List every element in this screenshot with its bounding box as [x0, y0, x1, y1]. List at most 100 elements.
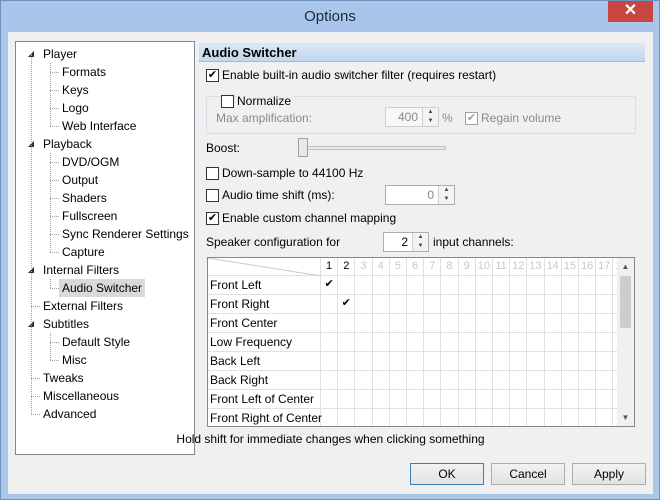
tree-item-audio-switcher[interactable]: Audio Switcher — [59, 279, 146, 297]
grid-column-header: 8 — [441, 258, 459, 276]
grid-cell[interactable] — [338, 409, 356, 426]
grid-cell[interactable] — [338, 390, 356, 409]
grid-row-label: Front Right of Center — [208, 409, 322, 426]
grid-cell — [458, 390, 476, 409]
tree-item-miscellaneous[interactable]: Miscellaneous — [40, 387, 122, 405]
grid-cell — [544, 352, 562, 371]
grid-cell[interactable] — [338, 276, 356, 295]
tree-item-formats[interactable]: Formats — [59, 63, 109, 81]
tree-connector — [50, 90, 59, 91]
grid-cell[interactable]: ✔ — [338, 295, 356, 314]
tree-item-web-interface[interactable]: Web Interface — [59, 117, 139, 135]
grid-cell — [561, 371, 579, 390]
grid-cell — [458, 314, 476, 333]
grid-cell — [527, 276, 545, 295]
grid-cell — [355, 371, 373, 390]
grid-vertical-scrollbar[interactable]: ▲ ▼ — [617, 258, 634, 426]
tree-connector — [50, 252, 59, 253]
grid-cell — [493, 352, 511, 371]
tree-connector — [50, 234, 59, 235]
grid-cell — [441, 352, 459, 371]
grid-cell[interactable] — [338, 371, 356, 390]
tree-item-fullscreen[interactable]: Fullscreen — [59, 207, 120, 225]
downsample-checkbox[interactable] — [206, 167, 219, 180]
tree-item-shaders[interactable]: Shaders — [59, 189, 110, 207]
tree-item-dvd-ogm[interactable]: DVD/OGM — [59, 153, 122, 171]
tree-item-player[interactable]: Player — [40, 45, 80, 63]
grid-cell — [493, 371, 511, 390]
grid-cell[interactable] — [338, 333, 356, 352]
boost-label: Boost: — [206, 141, 241, 155]
grid-cell[interactable] — [321, 390, 339, 409]
options-tree[interactable]: ◢ Player Formats Keys Logo Web Interface ◢ Play… — [15, 41, 195, 455]
tree-item-playback[interactable]: Playback — [40, 135, 95, 153]
grid-cell[interactable] — [338, 314, 356, 333]
close-button[interactable]: ✕ — [608, 1, 653, 22]
grid-cell — [527, 390, 545, 409]
grid-cell[interactable] — [321, 352, 339, 371]
grid-cell[interactable]: ✔ — [321, 276, 339, 295]
apply-button[interactable]: Apply — [572, 463, 646, 485]
grid-cell — [424, 276, 442, 295]
tree-item-default-style[interactable]: Default Style — [59, 333, 133, 351]
grid-cell — [596, 409, 614, 426]
tree-item-sync-renderer-settings[interactable]: Sync Renderer Settings — [59, 225, 192, 243]
time-shift-spinner[interactable]: 0 ▲ ▼ — [385, 185, 455, 205]
tree-item-subtitles[interactable]: Subtitles — [40, 315, 92, 333]
grid-column-header: 16 — [579, 258, 597, 276]
cancel-button[interactable]: Cancel — [491, 463, 565, 485]
grid-cell — [527, 333, 545, 352]
grid-cell — [596, 314, 614, 333]
grid-column-header: 6 — [407, 258, 425, 276]
grid-cell — [527, 409, 545, 426]
max-amplification-spinner[interactable]: 400 ▲ ▼ — [385, 107, 439, 127]
grid-column-header: 3 — [355, 258, 373, 276]
grid-cell[interactable] — [338, 352, 356, 371]
enable-filter-checkbox[interactable]: ✔ — [206, 69, 219, 82]
boost-slider-track[interactable] — [298, 146, 446, 150]
max-amplification-label: Max amplification: — [216, 111, 313, 125]
grid-cell[interactable] — [321, 409, 339, 426]
input-channels-label: input channels: — [433, 235, 514, 249]
grid-cell — [441, 295, 459, 314]
tree-item-keys[interactable]: Keys — [59, 81, 92, 99]
tree-item-external-filters[interactable]: External Filters — [40, 297, 126, 315]
grid-cell[interactable] — [321, 295, 339, 314]
tree-connector — [50, 198, 59, 199]
grid-cell[interactable] — [321, 333, 339, 352]
grid-cell — [527, 314, 545, 333]
grid-cell — [441, 276, 459, 295]
grid-cell[interactable] — [321, 371, 339, 390]
tree-item-advanced[interactable]: Advanced — [40, 405, 99, 423]
grid-column-header: 12 — [510, 258, 528, 276]
channel-mapping-grid[interactable]: 123456789101112131415161718Front Left✔Fr… — [207, 257, 635, 427]
spin-arrows-icon[interactable]: ▲ ▼ — [438, 186, 454, 204]
tree-connector — [50, 216, 59, 217]
ok-button[interactable]: OK — [410, 463, 484, 485]
scroll-down-icon[interactable]: ▼ — [617, 409, 634, 426]
time-shift-checkbox[interactable] — [206, 189, 219, 202]
tree-item-internal-filters[interactable]: Internal Filters — [40, 261, 122, 279]
grid-cell — [459, 409, 476, 426]
custom-mapping-checkbox[interactable]: ✔ — [206, 212, 219, 225]
spin-arrows-icon[interactable]: ▲ ▼ — [412, 233, 428, 251]
tree-item-capture[interactable]: Capture — [59, 243, 108, 261]
spin-arrows-icon[interactable]: ▲ ▼ — [422, 108, 438, 126]
boost-slider-thumb[interactable] — [298, 138, 308, 157]
tree-item-output[interactable]: Output — [59, 171, 101, 189]
grid-cell — [561, 295, 579, 314]
regain-volume-label: Regain volume — [481, 111, 562, 125]
speaker-config-spinner[interactable]: 2 ▲ ▼ — [383, 232, 429, 252]
grid-cell[interactable] — [321, 314, 339, 333]
tree-item-misc[interactable]: Misc — [59, 351, 90, 369]
grid-cell — [458, 333, 476, 352]
grid-cell — [579, 390, 597, 409]
scroll-thumb[interactable] — [620, 276, 631, 328]
grid-cell — [475, 314, 493, 333]
grid-column-header: 13 — [527, 258, 545, 276]
regain-volume-checkbox[interactable]: ✔ — [465, 112, 478, 125]
tree-item-tweaks[interactable]: Tweaks — [40, 369, 87, 387]
normalize-checkbox[interactable] — [221, 95, 234, 108]
scroll-up-icon[interactable]: ▲ — [617, 258, 634, 275]
tree-item-logo[interactable]: Logo — [59, 99, 92, 117]
